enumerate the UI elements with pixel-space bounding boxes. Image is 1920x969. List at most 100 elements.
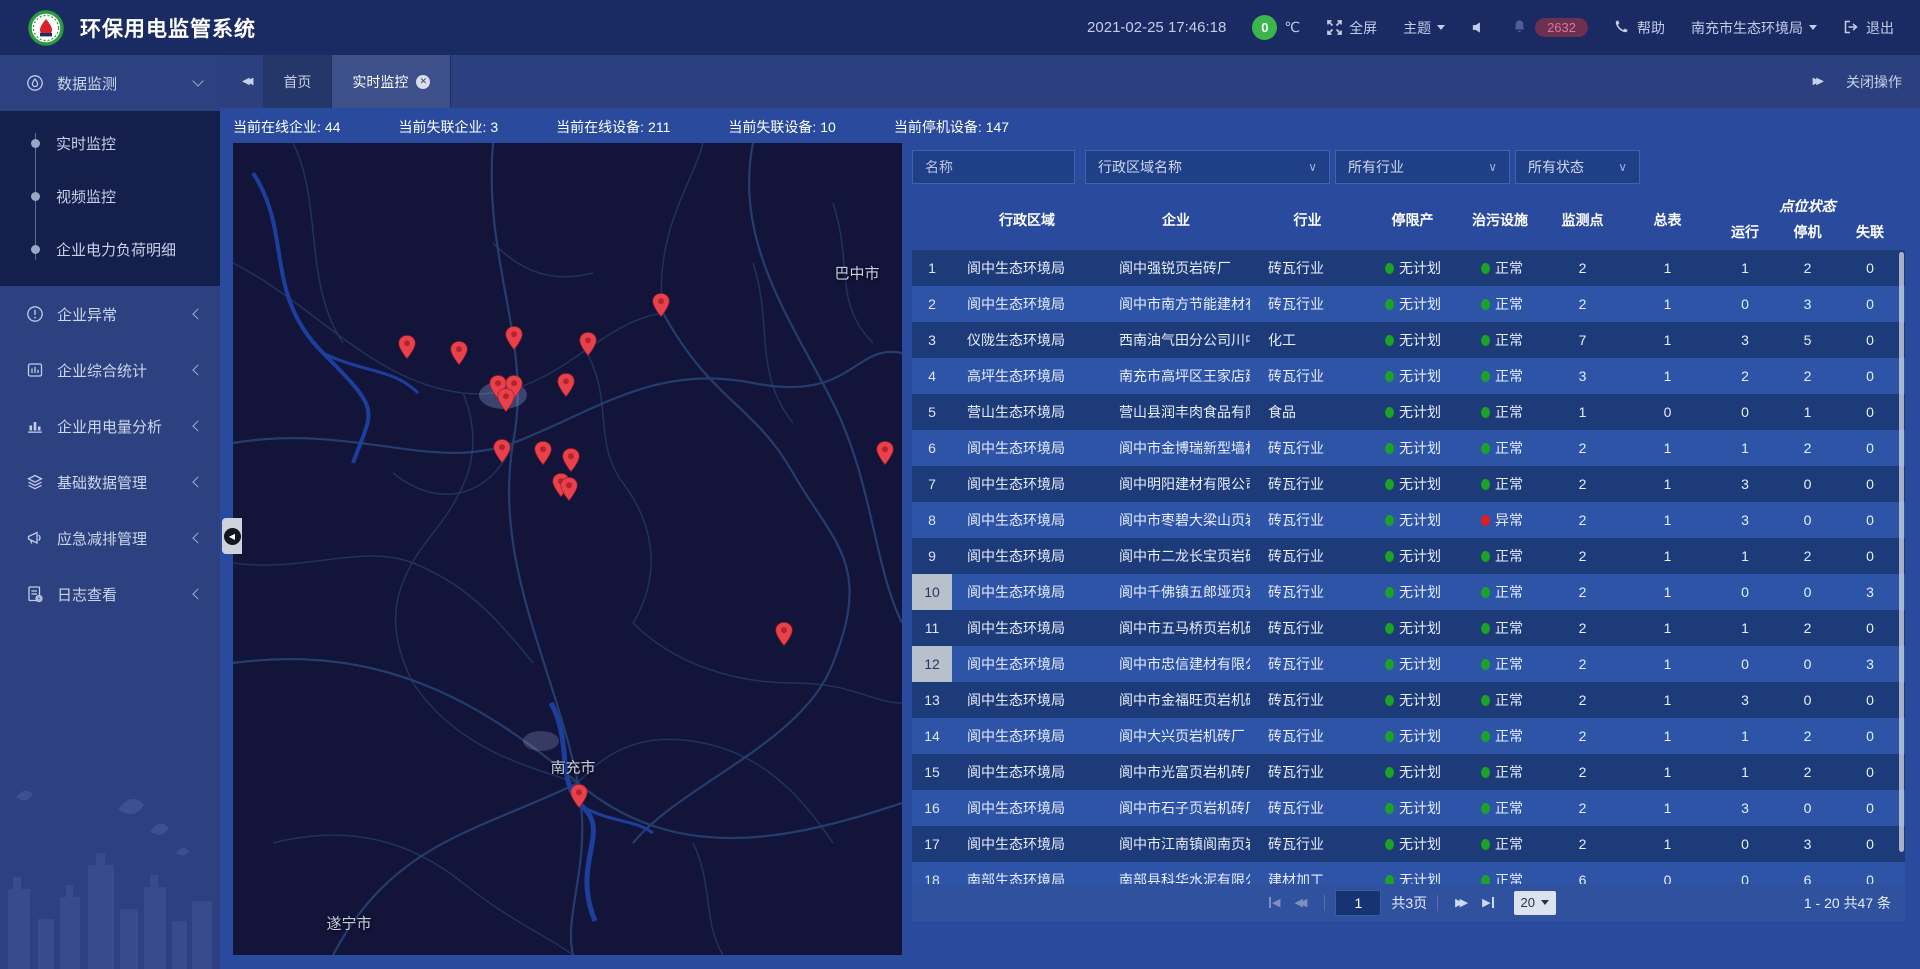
sidebar-item-emergency[interactable]: 应急减排管理 — [0, 510, 220, 566]
sidebar-item-enterprise-stats[interactable]: 企业综合统计 — [0, 342, 220, 398]
page-size-select[interactable]: 20 — [1514, 891, 1556, 915]
map-pin[interactable] — [534, 441, 552, 465]
tabs-scroll-right-icon[interactable]: ▶▶ — [1813, 76, 1820, 87]
map-pin[interactable] — [505, 326, 523, 350]
map-pin[interactable] — [652, 293, 670, 317]
table-scrollbar[interactable] — [1899, 252, 1904, 852]
map-pin[interactable] — [570, 784, 588, 808]
map-pin[interactable] — [497, 388, 515, 412]
tab-close-icon[interactable]: ✕ — [416, 75, 430, 89]
sidebar-item-power-analysis[interactable]: 企业用电量分析 — [0, 398, 220, 454]
prev-page-button[interactable]: ◀◀ — [1294, 896, 1307, 909]
table-row[interactable]: 17阆中生态环境局阆中市江南镇阆南页岩砖瓦行业无计划正常21030 — [912, 826, 1905, 862]
cell-running: 0 — [1710, 826, 1780, 862]
help-button[interactable]: 帮助 — [1614, 18, 1665, 38]
cell-disconnected: 0 — [1835, 754, 1905, 790]
map-pin[interactable] — [560, 477, 578, 501]
map-pin[interactable] — [579, 332, 597, 356]
col-industry[interactable]: 行业 — [1250, 190, 1365, 250]
cell-company: 阆中市枣碧大梁山页岩 — [1102, 502, 1250, 538]
stat-value: 44 — [325, 119, 341, 135]
next-page-button[interactable]: ▶▶ — [1455, 896, 1468, 909]
mute-icon[interactable] — [1471, 20, 1486, 35]
table-row[interactable]: 18南部生态环境局南部县科华水泥有限公建材加工无计划正常60060 — [912, 862, 1905, 884]
page-number-input[interactable] — [1335, 890, 1381, 916]
sidebar-item-data-monitor[interactable]: 数据监测 — [0, 55, 220, 111]
table-row[interactable]: 12阆中生态环境局阆中市忠信建材有限公砖瓦行业无计划正常21003 — [912, 646, 1905, 682]
sidebar-item-logs[interactable]: 日志查看 — [0, 566, 220, 622]
col-stopped[interactable]: 停机 — [1780, 222, 1835, 242]
filter-bar: 行政区域名称∨ 所有行业∨ 所有状态∨ — [912, 150, 1905, 184]
cell-stopped: 6 — [1780, 862, 1835, 884]
map-pin[interactable] — [493, 439, 511, 463]
col-stop-production[interactable]: 停限产 — [1365, 190, 1460, 250]
sidebar-subitem-视频监控[interactable]: 视频监控 — [0, 170, 220, 223]
table-row[interactable]: 1阆中生态环境局阆中强锐页岩砖厂砖瓦行业无计划正常21120 — [912, 250, 1905, 286]
status-dot — [1481, 731, 1490, 742]
fullscreen-button[interactable]: 全屏 — [1326, 18, 1377, 38]
map-pin[interactable] — [450, 341, 468, 365]
cell-total-meter: 1 — [1625, 466, 1710, 502]
table-row[interactable]: 8阆中生态环境局阆中市枣碧大梁山页岩砖瓦行业无计划异常21300 — [912, 502, 1905, 538]
chevron-down-icon: ∨ — [1308, 160, 1317, 174]
sidebar-subitem-企业电力负荷明细[interactable]: 企业电力负荷明细 — [0, 223, 220, 276]
col-total-meter[interactable]: 总表 — [1625, 190, 1710, 250]
col-treatment-facility[interactable]: 治污设施 — [1460, 190, 1540, 250]
table-row[interactable]: 3仪陇生态环境局西南油气田分公司川中化工无计划正常71350 — [912, 322, 1905, 358]
cell-treatment-facility: 正常 — [1460, 790, 1540, 826]
sidebar-collapse-handle[interactable]: ◀ — [222, 518, 242, 554]
tab-实时监控[interactable]: 实时监控✕ — [332, 55, 451, 108]
table-row[interactable]: 10阆中生态环境局阆中千佛镇五郎垭页岩砖瓦行业无计划正常21003 — [912, 574, 1905, 610]
row-index: 16 — [912, 790, 952, 826]
industry-select[interactable]: 所有行业∨ — [1335, 150, 1510, 184]
table-row[interactable]: 4高坪生态环境局南充市高坪区王家店建砖瓦行业无计划正常31220 — [912, 358, 1905, 394]
last-page-button[interactable]: ▶ — [1482, 896, 1494, 909]
table-row[interactable]: 5营山生态环境局营山县润丰肉食品有限食品无计划正常10010 — [912, 394, 1905, 430]
map-pin[interactable] — [775, 622, 793, 646]
table-row[interactable]: 2阆中生态环境局阆中市南方节能建材有砖瓦行业无计划正常21030 — [912, 286, 1905, 322]
map-pin[interactable] — [557, 373, 575, 397]
table-row[interactable]: 6阆中生态环境局阆中市金博瑞新型墙材砖瓦行业无计划正常21120 — [912, 430, 1905, 466]
map-pin[interactable] — [876, 441, 894, 465]
close-operations-button[interactable]: 关闭操作 — [1846, 72, 1902, 92]
map[interactable]: 巴中市南充市遂宁市 — [233, 143, 902, 955]
tab-首页[interactable]: 首页 — [263, 55, 332, 108]
notifications[interactable]: 2632 — [1512, 18, 1588, 37]
cell-region: 仪陇生态环境局 — [952, 322, 1102, 358]
status-dot — [1481, 839, 1490, 850]
table-row[interactable]: 13阆中生态环境局阆中市金福旺页岩机砖砖瓦行业无计划正常21300 — [912, 682, 1905, 718]
table-row[interactable]: 15阆中生态环境局阆中市光富页岩机砖厂砖瓦行业无计划正常21120 — [912, 754, 1905, 790]
col-region[interactable]: 行政区域 — [952, 190, 1102, 250]
table-row[interactable]: 11阆中生态环境局阆中市五马桥页岩机砖砖瓦行业无计划正常21120 — [912, 610, 1905, 646]
col-disconnected[interactable]: 失联 — [1835, 222, 1905, 242]
sidebar-subitem-实时监控[interactable]: 实时监控 — [0, 117, 220, 170]
bullet-icon — [31, 192, 40, 201]
cell-company: 西南油气田分公司川中 — [1102, 322, 1250, 358]
col-company[interactable]: 企业 — [1102, 190, 1250, 250]
map-pin[interactable] — [562, 448, 580, 472]
theme-dropdown[interactable]: 主题 — [1403, 18, 1445, 38]
status-dot — [1481, 803, 1490, 814]
chevron-down-icon — [1437, 25, 1445, 30]
first-page-button[interactable]: ◀ — [1268, 896, 1280, 909]
region-select[interactable]: 行政区域名称∨ — [1085, 150, 1330, 184]
cell-treatment-facility: 正常 — [1460, 754, 1540, 790]
stat-item: 当前在线设备:211 — [556, 117, 670, 137]
sidebar-item-enterprise-abnormal[interactable]: 企业异常 — [0, 286, 220, 342]
table-header: 行政区域 企业 行业 停限产 治污设施 监测点 总表 点位状态 运行 停机 — [912, 190, 1905, 250]
cell-disconnected: 0 — [1835, 862, 1905, 884]
org-dropdown[interactable]: 南充市生态环境局 — [1691, 18, 1817, 38]
cell-monitor-points: 2 — [1540, 826, 1625, 862]
col-running[interactable]: 运行 — [1710, 222, 1780, 242]
table-row[interactable]: 9阆中生态环境局阆中市二龙长宝页岩砖砖瓦行业无计划正常21120 — [912, 538, 1905, 574]
tabs-scroll-left-icon[interactable]: ◀◀ — [220, 55, 263, 108]
logout-button[interactable]: 退出 — [1843, 18, 1894, 38]
name-search-input[interactable] — [912, 150, 1075, 184]
table-row[interactable]: 14阆中生态环境局阆中大兴页岩机砖厂砖瓦行业无计划正常21120 — [912, 718, 1905, 754]
sidebar-item-base-data[interactable]: 基础数据管理 — [0, 454, 220, 510]
map-pin[interactable] — [398, 335, 416, 359]
table-row[interactable]: 16阆中生态环境局阆中市石子页岩机砖厂砖瓦行业无计划正常21300 — [912, 790, 1905, 826]
table-row[interactable]: 7阆中生态环境局阆中明阳建材有限公司砖瓦行业无计划正常21300 — [912, 466, 1905, 502]
status-select[interactable]: 所有状态∨ — [1515, 150, 1640, 184]
col-monitor-points[interactable]: 监测点 — [1540, 190, 1625, 250]
